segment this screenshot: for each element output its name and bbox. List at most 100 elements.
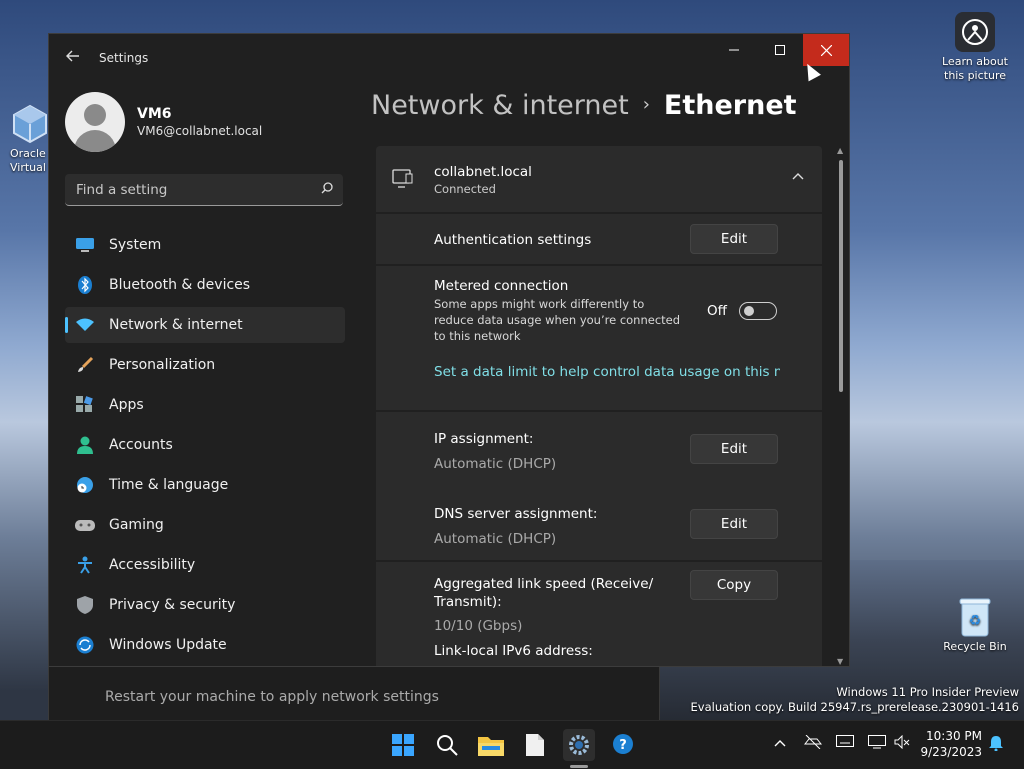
sidebar-item-gaming[interactable]: Gaming: [65, 507, 345, 543]
sidebar-item-privacy[interactable]: Privacy & security: [65, 587, 345, 623]
sidebar-item-apps[interactable]: Apps: [65, 387, 345, 423]
monitor-icon: [75, 235, 95, 255]
sidebar-item-label: Windows Update: [109, 637, 227, 653]
title-bar[interactable]: Settings: [49, 34, 849, 82]
properties-row: Aggregated link speed (Receive/ Transmit…: [376, 562, 822, 666]
globe-clock-icon: [75, 475, 95, 495]
keyboard-icon[interactable]: [836, 735, 854, 751]
sidebar-nav: System Bluetooth & devices Network & int…: [65, 227, 345, 666]
chevron-right-icon: ›: [642, 94, 650, 115]
settings-icon: [569, 735, 589, 755]
chevron-up-icon[interactable]: [774, 735, 786, 751]
start-button[interactable]: [387, 729, 419, 761]
settings-window: Settings VM6 VM6@collabnet.local Find a …: [48, 33, 850, 667]
sidebar-item-label: Personalization: [109, 357, 216, 373]
desktop-icon-recycle-bin[interactable]: ♻ Recycle Bin: [940, 597, 1010, 653]
camera-lens-icon: [955, 12, 995, 52]
sidebar-item-accessibility[interactable]: Accessibility: [65, 547, 345, 583]
notepad-icon: [526, 734, 544, 756]
ipv6-label: Link-local IPv6 address:: [434, 643, 593, 659]
get-help-button[interactable]: ?: [607, 729, 639, 761]
ip-dns-row: IP assignment: Automatic (DHCP) Edit DNS…: [376, 412, 822, 560]
start-icon: [392, 734, 414, 756]
sidebar-item-label: Accounts: [109, 437, 173, 453]
close-icon: [820, 44, 832, 56]
taskbar-search-button[interactable]: [431, 729, 463, 761]
ethernet-monitor-icon: [392, 168, 414, 190]
background-window[interactable]: Restart your machine to apply network se…: [48, 664, 660, 722]
ethernet-settings-panel: collabnet.local Connected Authentication…: [376, 146, 822, 666]
data-limit-link[interactable]: Set a data limit to help control data us…: [434, 364, 780, 380]
recycle-bin-icon: ♻: [955, 597, 995, 637]
sidebar-item-label: System: [109, 237, 162, 253]
search-icon: [437, 735, 458, 756]
evaluation-watermark: Windows 11 Pro Insider Preview Evaluatio…: [691, 685, 1019, 715]
dns-value: Automatic (DHCP): [434, 531, 557, 547]
desktop-icon-label: Recycle Bin: [943, 640, 1007, 653]
sidebar-item-label: Bluetooth & devices: [109, 277, 251, 293]
bell-icon[interactable]: [989, 735, 1003, 755]
scroll-down-icon[interactable]: ▼: [837, 657, 843, 666]
content-scrollbar[interactable]: ▲ ▼: [837, 146, 845, 666]
display-icon[interactable]: [868, 735, 886, 753]
dns-edit-button[interactable]: Edit: [690, 509, 778, 539]
breadcrumb-parent[interactable]: Network & internet: [371, 90, 629, 121]
sidebar-item-system[interactable]: System: [65, 227, 345, 263]
watermark-line1: Windows 11 Pro Insider Preview: [836, 685, 1019, 699]
clock-date: 9/23/2023: [920, 745, 982, 759]
desktop-icon-label: Learn about this picture: [942, 55, 1008, 82]
auth-edit-button[interactable]: Edit: [690, 224, 778, 254]
sidebar-item-bluetooth[interactable]: Bluetooth & devices: [65, 267, 345, 303]
chevron-up-icon[interactable]: [792, 168, 804, 184]
maximize-icon: [775, 45, 785, 55]
ip-edit-button[interactable]: Edit: [690, 434, 778, 464]
sidebar-item-personalization[interactable]: Personalization: [65, 347, 345, 383]
background-window-text: Restart your machine to apply network se…: [105, 689, 439, 705]
scroll-up-icon[interactable]: ▲: [837, 146, 843, 155]
metered-toggle-group: Off: [707, 302, 777, 320]
desktop-icon-learn-picture[interactable]: Learn about this picture: [940, 12, 1010, 83]
settings-taskbar-button[interactable]: [563, 729, 595, 761]
search-box[interactable]: Find a setting: [65, 174, 343, 206]
maximize-button[interactable]: [757, 34, 803, 66]
file-explorer-button[interactable]: [475, 729, 507, 761]
shield-icon: [75, 595, 95, 615]
speaker-muted-icon[interactable]: [894, 734, 910, 753]
adapter-status: Connected: [434, 182, 496, 196]
ip-label: IP assignment:: [434, 431, 534, 447]
watermark-line2: Evaluation copy. Build 25947.rs_prerelea…: [690, 700, 1019, 714]
sidebar-item-label: Time & language: [109, 477, 229, 493]
sidebar-item-time-language[interactable]: Time & language: [65, 467, 345, 503]
sidebar-item-label: Accessibility: [109, 557, 196, 573]
metered-toggle[interactable]: [738, 302, 777, 320]
system-clock[interactable]: 10:30 PM 9/23/2023: [920, 728, 982, 760]
network-offline-icon[interactable]: [803, 734, 823, 753]
taskbar: ? 10:30 PM 9/23/2023: [0, 720, 1024, 769]
authentication-row: Authentication settings Edit: [376, 214, 822, 264]
link-speed-value: 10/10 (Gbps): [434, 618, 523, 634]
adapter-name: collabnet.local: [434, 164, 532, 180]
adapter-header[interactable]: collabnet.local Connected: [376, 146, 822, 212]
user-name: VM6: [137, 106, 172, 122]
sidebar-item-label: Apps: [109, 397, 144, 413]
accessibility-icon: [75, 555, 95, 575]
apps-icon: [75, 395, 95, 415]
notepad-button[interactable]: [519, 729, 551, 761]
wifi-icon: [75, 315, 95, 335]
copy-button[interactable]: Copy: [690, 570, 778, 600]
sidebar-item-windows-update[interactable]: Windows Update: [65, 627, 345, 663]
metered-state: Off: [707, 303, 727, 319]
clock-time: 10:30 PM: [926, 729, 982, 743]
search-input[interactable]: Find a setting: [76, 182, 167, 198]
sidebar-item-accounts[interactable]: Accounts: [65, 427, 345, 463]
scroll-thumb[interactable]: [839, 160, 843, 392]
get-help-icon: ?: [613, 734, 633, 754]
sidebar-item-network[interactable]: Network & internet: [65, 307, 345, 343]
brush-icon: [75, 355, 95, 375]
metered-description: Some apps might work differently to redu…: [434, 297, 681, 343]
back-button[interactable]: [63, 48, 83, 68]
minimize-button[interactable]: [711, 34, 757, 66]
svg-text:♻: ♻: [969, 613, 982, 629]
search-icon: [321, 182, 333, 198]
user-email: VM6@collabnet.local: [137, 124, 263, 138]
